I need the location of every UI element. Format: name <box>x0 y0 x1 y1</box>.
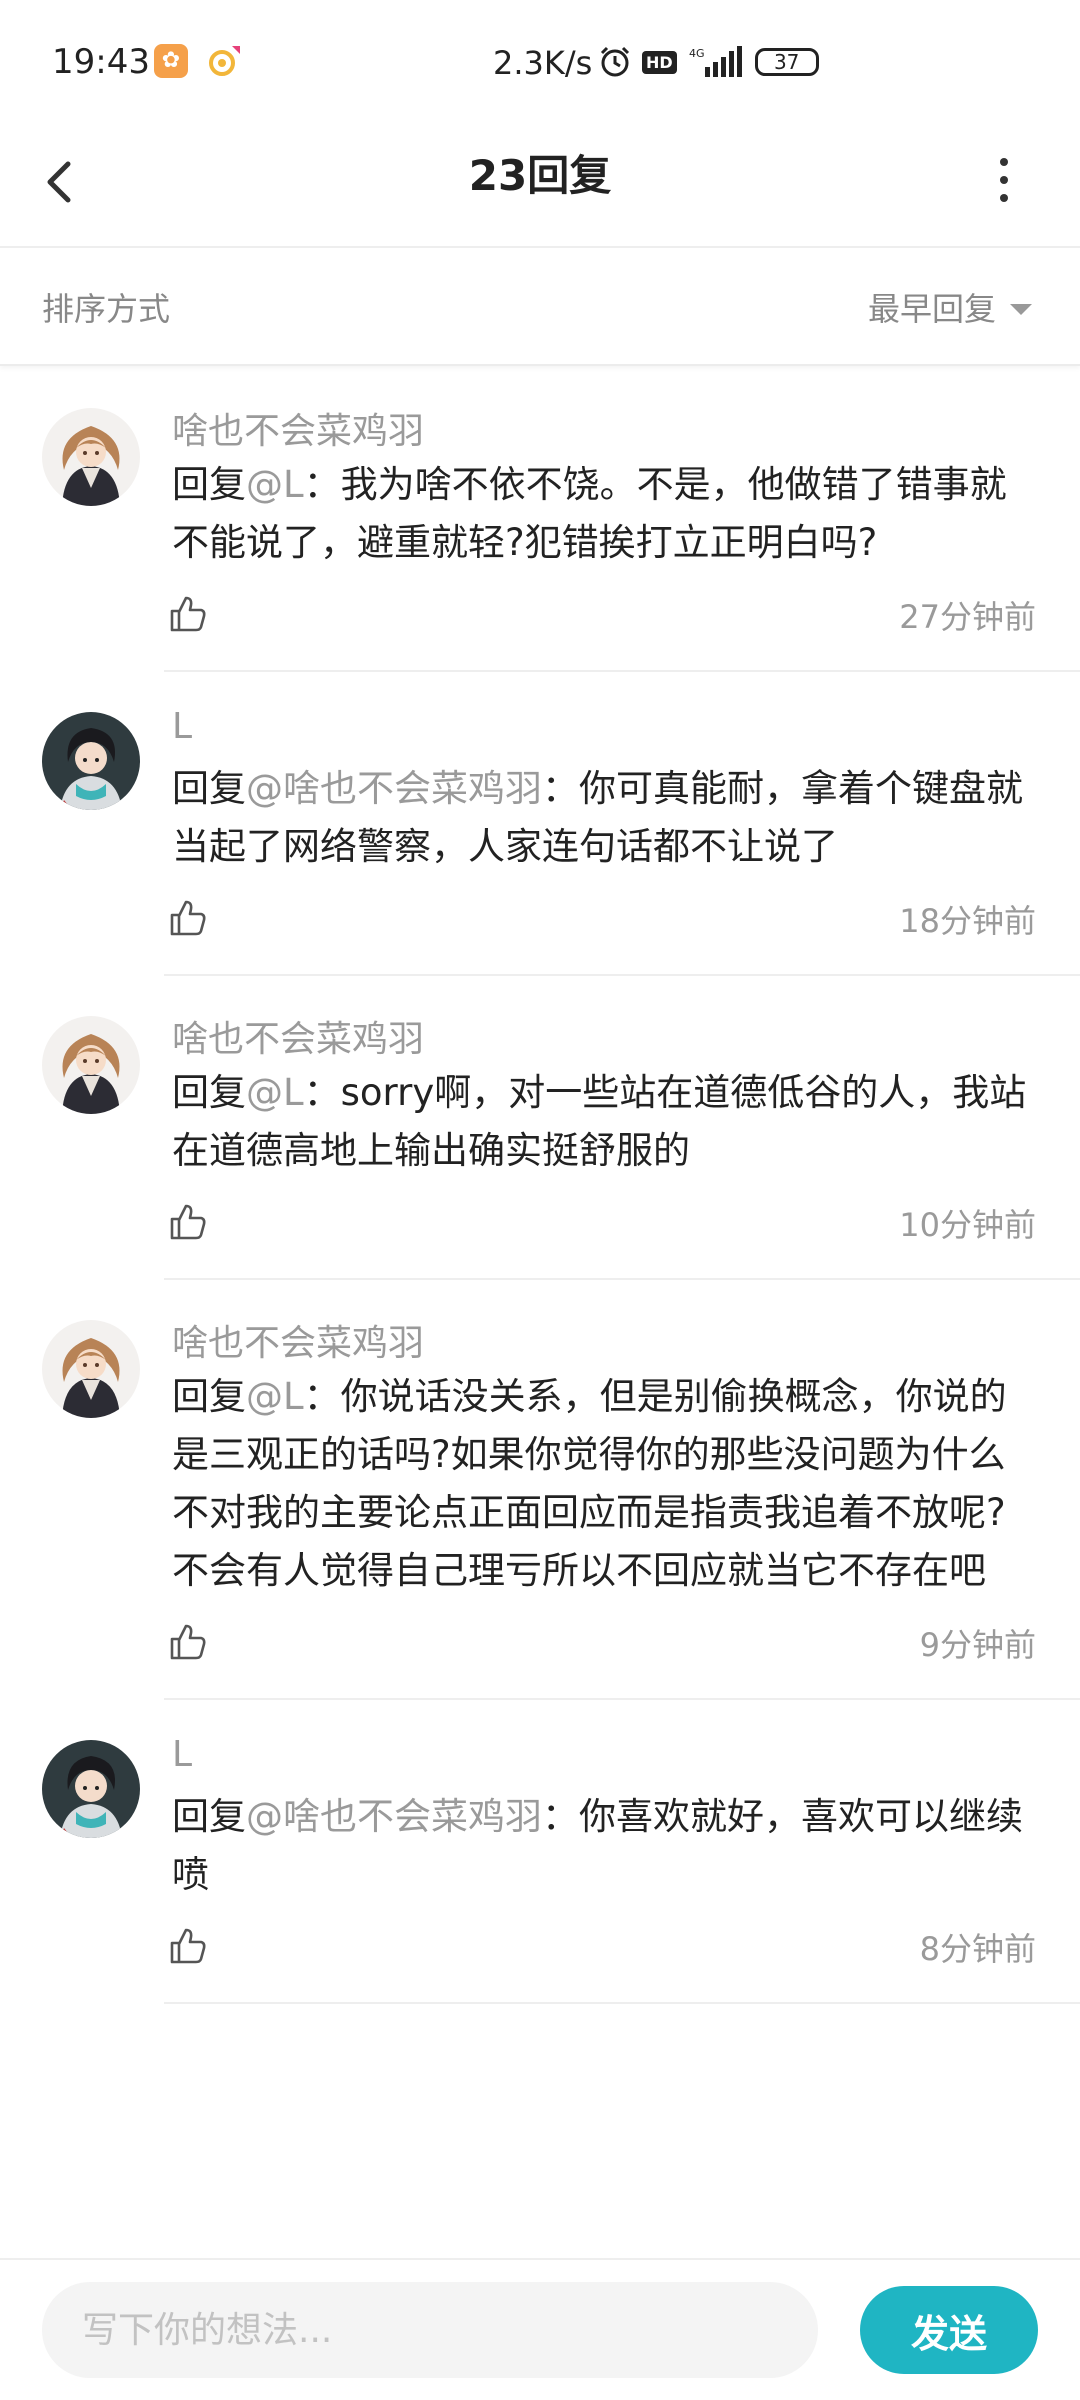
avatar[interactable] <box>42 1016 140 1114</box>
reply-item: 啥也不会菜鸡羽 回复@L：你说话没关系，但是别偷换概念，你说的是三观正的话吗?如果… <box>0 1280 1080 1700</box>
sort-selected-value: 最早回复 <box>867 290 996 328</box>
battery-icon: 37 <box>754 48 819 76</box>
avatar[interactable] <box>42 408 140 506</box>
sort-dropdown[interactable]: 最早回复 <box>868 284 1032 330</box>
reply-prefix: 回复 <box>172 1795 246 1838</box>
reply-item: 啥也不会菜鸡羽 回复@L：sorry啊，对一些站在道德低谷的人，我站在道德高地上输… <box>0 976 1080 1280</box>
reply-prefix: 回复 <box>172 1071 246 1114</box>
reply-separator: ： <box>542 1795 579 1838</box>
reply-text: 回复@L：sorry啊，对一些站在道德低谷的人，我站在道德高地上输出确实挺舒服的 <box>172 1064 1032 1180</box>
reply-separator: ： <box>542 767 579 810</box>
app-notification-icon: ✿ <box>154 44 188 78</box>
reply-separator: ： <box>303 1071 341 1114</box>
like-icon[interactable] <box>168 1202 208 1242</box>
status-bar: 19:43 ✿ 2.3K/s HD 4G 37 <box>0 0 1080 120</box>
signal-icon: 4G <box>689 46 742 77</box>
reply-prefix: 回复 <box>172 1375 246 1418</box>
send-button[interactable]: 发送 <box>860 2286 1038 2374</box>
reply-prefix: 回复 <box>172 767 246 810</box>
reply-mention[interactable]: @L <box>246 463 304 506</box>
reply-mention[interactable]: @L <box>246 1375 304 1418</box>
reply-author[interactable]: 啥也不会菜鸡羽 <box>172 402 424 454</box>
reply-input-bar: 发送 <box>0 2258 1080 2400</box>
reply-separator: ： <box>303 463 341 506</box>
reply-text: 回复@啥也不会菜鸡羽：你喜欢就好，喜欢可以继续喷 <box>172 1788 1032 1904</box>
top-app-bar: 23回复 <box>0 120 1080 248</box>
reply-timestamp: 8分钟前 <box>919 1930 1036 1968</box>
reply-item: L 回复@啥也不会菜鸡羽：你喜欢就好，喜欢可以继续喷 8分钟前 <box>0 1700 1080 2004</box>
chevron-down-icon <box>1010 303 1032 315</box>
reply-mention[interactable]: @L <box>246 1071 304 1114</box>
page-title: 23回复 <box>468 151 612 200</box>
reply-author[interactable]: L <box>172 706 192 747</box>
reply-mention[interactable]: @啥也不会菜鸡羽 <box>246 767 542 810</box>
like-icon[interactable] <box>168 898 208 938</box>
sort-label: 排序方式 <box>42 290 171 328</box>
like-icon[interactable] <box>168 1622 208 1662</box>
avatar[interactable] <box>42 1320 140 1418</box>
reply-prefix: 回复 <box>172 463 246 506</box>
hd-icon: HD <box>642 50 677 74</box>
reply-separator: ： <box>303 1375 341 1418</box>
like-icon[interactable] <box>168 1926 208 1966</box>
more-options-icon[interactable] <box>990 150 1018 210</box>
reply-item: 啥也不会菜鸡羽 回复@L：我为啥不依不饶。不是，他做错了错事就不能说了，避重就轻?… <box>0 368 1080 672</box>
alarm-icon <box>600 46 630 77</box>
reply-input[interactable] <box>42 2282 818 2378</box>
status-icons: HD 4G 37 <box>598 40 819 84</box>
reply-timestamp: 18分钟前 <box>899 902 1036 940</box>
reply-author[interactable]: 啥也不会菜鸡羽 <box>172 1010 424 1062</box>
sort-bar: 排序方式 最早回复 <box>0 250 1080 366</box>
reply-author[interactable]: L <box>172 1734 192 1775</box>
divider <box>164 2002 1080 2004</box>
reply-text: 回复@L：我为啥不依不饶。不是，他做错了错事就不能说了，避重就轻?犯错挨打立正明… <box>172 456 1032 572</box>
reply-text: 回复@啥也不会菜鸡羽：你可真能耐，拿着个键盘就当起了网络警察，人家连句话都不让说… <box>172 760 1032 876</box>
network-speed: 2.3K/s <box>493 44 593 82</box>
like-icon[interactable] <box>168 594 208 634</box>
reply-timestamp: 9分钟前 <box>919 1626 1036 1664</box>
reply-timestamp: 27分钟前 <box>899 598 1036 636</box>
network-type: 4G <box>689 47 705 60</box>
status-time: 19:43 <box>52 42 150 82</box>
reply-author[interactable]: 啥也不会菜鸡羽 <box>172 1314 424 1366</box>
reply-item: L 回复@啥也不会菜鸡羽：你可真能耐，拿着个键盘就当起了网络警察，人家连句话都不让… <box>0 672 1080 976</box>
avatar[interactable] <box>42 1740 140 1838</box>
reply-text: 回复@L：你说话没关系，但是别偷换概念，你说的是三观正的话吗?如果你觉得你的那些… <box>172 1368 1032 1600</box>
reply-mention[interactable]: @啥也不会菜鸡羽 <box>246 1795 542 1838</box>
avatar[interactable] <box>42 712 140 810</box>
reply-timestamp: 10分钟前 <box>899 1206 1036 1244</box>
app-notification-icon-2 <box>209 46 240 76</box>
